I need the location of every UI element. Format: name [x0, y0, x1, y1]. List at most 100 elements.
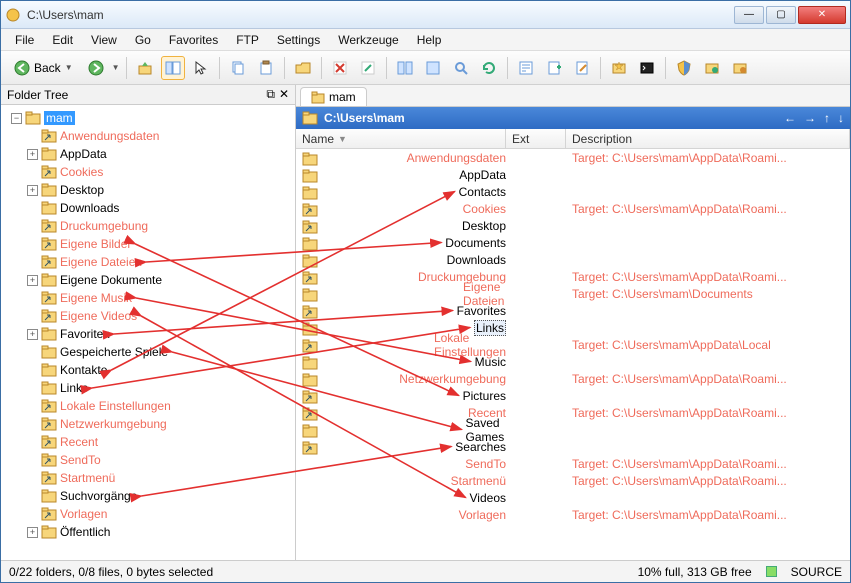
- tree-item[interactable]: Gespeicherte Spiele: [25, 343, 295, 361]
- nav-forward-icon[interactable]: →: [804, 111, 816, 125]
- cursor-tool-button[interactable]: [189, 56, 213, 80]
- tree-item[interactable]: Recent: [25, 433, 295, 451]
- tree-item[interactable]: SendTo: [25, 451, 295, 469]
- up-folder-button[interactable]: [133, 56, 157, 80]
- maximize-button[interactable]: ▢: [766, 6, 796, 24]
- back-icon: [14, 60, 30, 76]
- tree-item[interactable]: Lokale Einstellungen: [25, 397, 295, 415]
- tree-root-row[interactable]: − mam: [9, 109, 295, 127]
- status-disk: 10% full, 313 GB free: [638, 565, 752, 579]
- tree-item-label: Eigene Dateien: [60, 255, 142, 269]
- tree-item[interactable]: +Favoriten: [25, 325, 295, 343]
- tree-item[interactable]: Eigene Videos: [25, 307, 295, 325]
- tree-item[interactable]: Eigene Musik: [25, 289, 295, 307]
- app-window: C:\Users\mam — ▢ ✕ FileEditViewGoFavorit…: [0, 0, 851, 583]
- view-button[interactable]: [421, 56, 445, 80]
- menu-edit[interactable]: Edit: [44, 31, 81, 49]
- expand-icon[interactable]: +: [27, 185, 38, 196]
- copy-button[interactable]: [226, 56, 250, 80]
- column-ext[interactable]: Ext: [506, 129, 566, 148]
- file-list[interactable]: AnwendungsdatenTarget: C:\Users\mam\AppD…: [296, 149, 850, 560]
- column-description[interactable]: Description: [566, 129, 850, 148]
- tree-item[interactable]: Kontakte: [25, 361, 295, 379]
- tree-item[interactable]: +AppData: [25, 145, 295, 163]
- folder-icon: [41, 326, 57, 342]
- junction-icon: [41, 128, 57, 144]
- manage-button[interactable]: [700, 56, 724, 80]
- tree-item-label: Kontakte: [60, 363, 107, 377]
- find-button[interactable]: [449, 56, 473, 80]
- admin-button[interactable]: [672, 56, 696, 80]
- close-icon[interactable]: ✕: [279, 87, 289, 102]
- dual-pane-button[interactable]: [393, 56, 417, 80]
- expand-icon[interactable]: +: [27, 275, 38, 286]
- delete-button[interactable]: [328, 56, 352, 80]
- refresh-button[interactable]: [477, 56, 501, 80]
- tree-item[interactable]: +Öffentlich: [25, 523, 295, 541]
- nav-up-icon[interactable]: ↑: [824, 111, 830, 125]
- tree-item[interactable]: Cookies: [25, 163, 295, 181]
- menu-go[interactable]: Go: [127, 31, 159, 49]
- folder-tree[interactable]: − mam Anwendungsdaten+AppDataCookies+Des…: [1, 105, 295, 560]
- minimize-button[interactable]: —: [734, 6, 764, 24]
- tree-item-label: Links: [60, 381, 88, 395]
- expand-icon[interactable]: +: [27, 527, 38, 538]
- tab-current[interactable]: mam: [300, 87, 367, 106]
- column-name[interactable]: Name▼: [296, 129, 506, 148]
- menu-view[interactable]: View: [83, 31, 125, 49]
- tree-item[interactable]: Vorlagen: [25, 505, 295, 523]
- menu-favorites[interactable]: Favorites: [161, 31, 226, 49]
- tree-item[interactable]: Startmenü: [25, 469, 295, 487]
- tree-item[interactable]: Anwendungsdaten: [25, 127, 295, 145]
- nav-back-icon[interactable]: ←: [784, 111, 796, 125]
- close-button[interactable]: ✕: [798, 6, 846, 24]
- tree-item[interactable]: Downloads: [25, 199, 295, 217]
- file-description: Target: C:\Users\mam\AppData\Roami...: [566, 474, 850, 488]
- menu-ftp[interactable]: FTP: [228, 31, 267, 49]
- folder-icon: [41, 362, 57, 378]
- rename-button[interactable]: [356, 56, 380, 80]
- properties-button[interactable]: [514, 56, 538, 80]
- titlebar[interactable]: C:\Users\mam — ▢ ✕: [1, 1, 850, 29]
- tree-item-label: Startmenü: [60, 471, 115, 485]
- junction-icon: [41, 452, 57, 468]
- tree-item[interactable]: +Eigene Dokumente: [25, 271, 295, 289]
- tree-item-label: Eigene Musik: [60, 291, 132, 305]
- junction-icon: [41, 506, 57, 522]
- expand-icon[interactable]: +: [27, 149, 38, 160]
- paste-button[interactable]: [254, 56, 278, 80]
- status-source: SOURCE: [791, 565, 842, 579]
- tree-item[interactable]: Netzwerkumgebung: [25, 415, 295, 433]
- tree-toggle-button[interactable]: [161, 56, 185, 80]
- tree-item[interactable]: Eigene Dateien: [25, 253, 295, 271]
- favorites-button[interactable]: [607, 56, 631, 80]
- new-file-button[interactable]: [542, 56, 566, 80]
- nav-down-icon[interactable]: ↓: [838, 111, 844, 125]
- edit-button[interactable]: [570, 56, 594, 80]
- back-button[interactable]: Back ▼: [7, 56, 80, 80]
- tree-item[interactable]: Suchvorgänge: [25, 487, 295, 505]
- tree-item[interactable]: Links: [25, 379, 295, 397]
- junction-icon: [41, 308, 57, 324]
- tree-item-label: Gespeicherte Spiele: [60, 345, 168, 359]
- collapse-icon[interactable]: −: [11, 113, 22, 124]
- path-bar[interactable]: C:\Users\mam ← → ↑ ↓: [296, 107, 850, 129]
- tree-item[interactable]: +Desktop: [25, 181, 295, 199]
- menu-werkzeuge[interactable]: Werkzeuge: [330, 31, 406, 49]
- file-description: Target: C:\Users\mam\AppData\Roami...: [566, 202, 850, 216]
- expand-icon[interactable]: +: [27, 329, 38, 340]
- menu-settings[interactable]: Settings: [269, 31, 328, 49]
- tree-item[interactable]: Druckumgebung: [25, 217, 295, 235]
- tree-item[interactable]: Eigene Bilder: [25, 235, 295, 253]
- file-description: Target: C:\Users\mam\Documents: [566, 287, 850, 301]
- settings-button[interactable]: [728, 56, 752, 80]
- forward-button[interactable]: [84, 56, 108, 80]
- terminal-button[interactable]: [635, 56, 659, 80]
- menu-help[interactable]: Help: [409, 31, 450, 49]
- open-button[interactable]: [291, 56, 315, 80]
- menu-file[interactable]: File: [7, 31, 42, 49]
- file-description: Target: C:\Users\mam\AppData\Roami...: [566, 457, 850, 471]
- popout-icon[interactable]: ⧉: [266, 87, 275, 102]
- list-row[interactable]: VorlagenTarget: C:\Users\mam\AppData\Roa…: [296, 506, 850, 523]
- tab-label: mam: [329, 90, 356, 104]
